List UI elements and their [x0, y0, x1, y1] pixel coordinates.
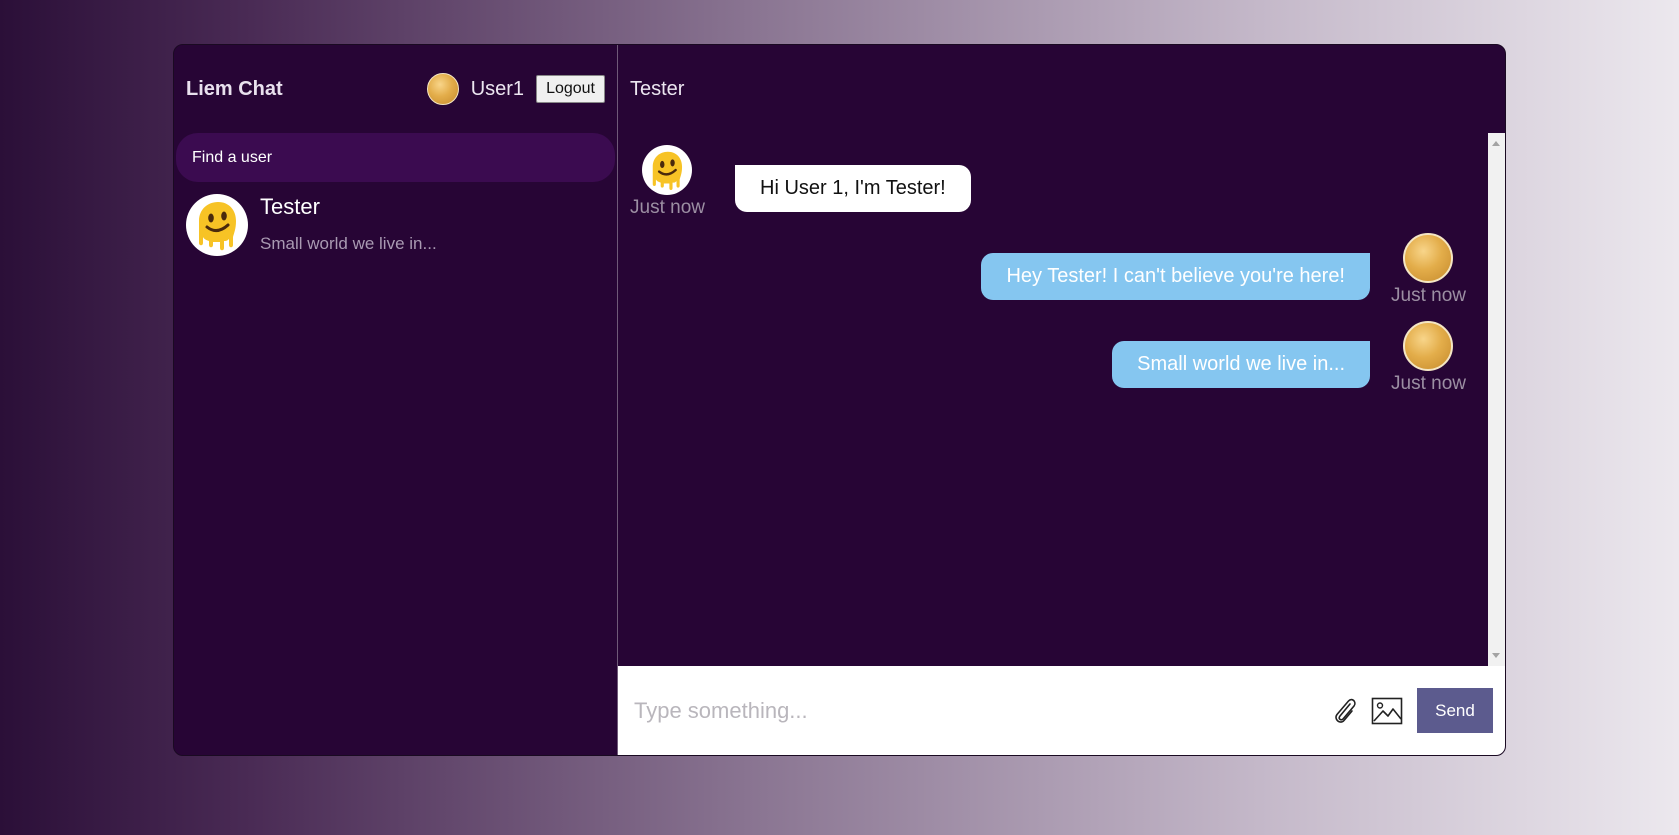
chat-last-message: Small world we live in... [260, 234, 437, 253]
chat-header: Tester [618, 45, 1505, 133]
send-button[interactable]: Send [1417, 688, 1493, 733]
chat-list-item[interactable]: Tester Small world we live in... [174, 182, 617, 268]
scroll-down-arrow-icon[interactable] [1492, 653, 1500, 658]
image-icon[interactable] [1371, 695, 1403, 727]
message-composer: Send [618, 666, 1505, 755]
melting-face-icon [653, 151, 683, 190]
messages-scrollbar[interactable] [1488, 133, 1505, 666]
chat-panel: Tester Just now Hi User 1, I'm Tester! J… [618, 45, 1505, 755]
message-time: Just now [1391, 285, 1466, 306]
chat-header-name: Tester [630, 77, 685, 100]
current-user: User1 Logout [426, 73, 605, 105]
message-avatar [1403, 321, 1454, 371]
message-time: Just now [630, 197, 705, 218]
message-bubble: Hey Tester! I can't believe you're here! [981, 253, 1370, 300]
message-time: Just now [1391, 373, 1466, 394]
app-logo: Liem Chat [186, 77, 283, 100]
melting-face-icon [199, 202, 236, 251]
message-own: Just now [1391, 321, 1466, 395]
message-bubble: Small world we live in... [1112, 341, 1370, 388]
logout-button[interactable]: Logout [536, 75, 605, 103]
message-other: Just now [630, 145, 705, 219]
scroll-up-arrow-icon[interactable] [1492, 141, 1500, 146]
sidebar: Liem Chat User1 Logout Tester Sma [174, 45, 618, 755]
message-own: Just now [1391, 233, 1466, 307]
current-user-avatar [426, 73, 459, 105]
paperclip-icon[interactable] [1329, 695, 1361, 727]
navbar: Liem Chat User1 Logout [174, 45, 617, 133]
chat-avatar [186, 194, 248, 256]
message-bubble: Hi User 1, I'm Tester! [735, 165, 971, 212]
search-bar [176, 133, 615, 182]
search-input[interactable] [190, 147, 601, 168]
message-input[interactable] [632, 696, 1329, 725]
messages-area: Just now Hi User 1, I'm Tester! Just now… [618, 133, 1487, 666]
message-avatar [642, 145, 693, 195]
chat-app-window: Liem Chat User1 Logout Tester Sma [173, 44, 1506, 756]
current-user-name: User1 [470, 77, 525, 100]
chat-name: Tester [260, 194, 320, 219]
message-avatar [1403, 233, 1454, 283]
